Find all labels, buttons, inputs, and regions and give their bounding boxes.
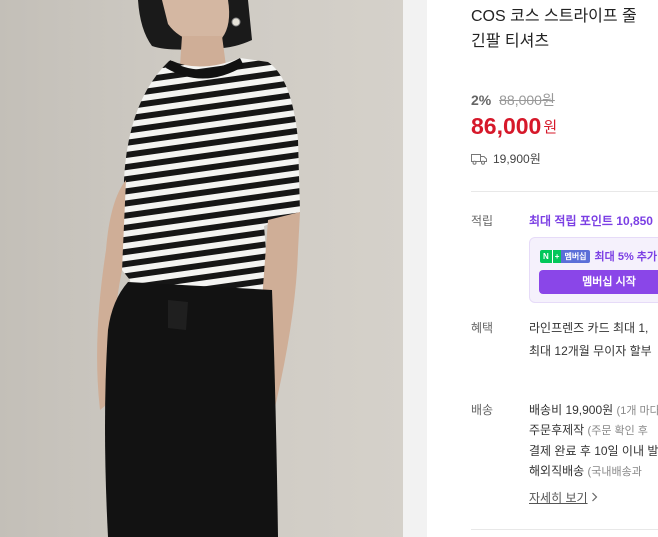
shipping-fee-row: 19,900원 [471,150,541,167]
product-title-line2: 긴팔 티셔츠 [471,33,550,50]
product-title-line1: COS 코스 스트라이프 줄 [471,8,637,25]
delivery-details-link[interactable]: 자세히 보기 [529,489,598,506]
product-info-panel: COS 코스 스트라이프 줄 긴팔 티셔츠 2% 88,000원 86,000 원… [427,0,658,537]
points-label: 적립 [471,214,494,228]
overseas-line: 해외직배송 (국내배송과 [529,462,642,479]
overseas-note: (국내배송과 [587,466,642,478]
section-divider-bottom [471,529,658,530]
member-bonus-text: 최대 5% 추가 [594,251,658,263]
discount-row: 2% 88,000원 [471,90,555,110]
sale-price: 86,000 [471,113,542,139]
original-price: 88,000원 [499,92,555,108]
discount-rate: 2% [471,92,492,108]
product-photo-illustration [97,0,300,537]
plus-icon: + [551,249,562,263]
currency-unit: 원 [543,119,558,136]
card-benefit-line: 라인프렌즈 카드 최대 1, [529,321,649,335]
details-link-label: 자세히 보기 [529,491,588,505]
delivery-fee-line: 배송비 19,900원 (1개 마다 [529,401,658,418]
npay-n-icon: N [540,249,552,263]
start-membership-button[interactable]: 멤버십 시작 [539,270,658,294]
chevron-right-icon [591,492,597,502]
benefits-label: 혜택 [471,321,494,335]
section-divider [471,191,658,192]
product-title: COS 코스 스트라이프 줄 긴팔 티셔츠 [471,4,658,54]
membership-promo-box: N + 멤버십 최대 5% 추가 멤버십 시작 [529,237,658,303]
delivery-fee: 배송비 19,900원 [529,403,614,417]
sale-price-row: 86,000 원 [471,113,557,140]
installment-benefit-line: 최대 12개월 무이자 할부 [529,344,652,358]
made-to-order-note: (주문 확인 후 [587,425,648,437]
membership-badge-line: N + 멤버십 최대 5% 추가 [540,248,657,264]
made-to-order-line: 주문후제작 (주문 확인 후 [529,421,648,438]
product-image[interactable] [0,0,403,537]
shipping-fee: 19,900원 [493,152,541,166]
max-points: 최대 적립 포인트 10,850 [529,214,653,228]
delivery-fee-note: (1개 마다 [616,405,658,417]
overseas-shipping: 해외직배송 [529,464,585,478]
gallery-gutter [403,0,427,537]
npay-membership-logo: N + 멤버십 [540,249,590,263]
truck-icon [471,153,487,165]
delivery-label: 배송 [471,403,494,417]
ship-schedule-line: 결제 완료 후 10일 이내 발 [529,444,658,458]
membership-tag: 멤버십 [561,249,590,263]
made-to-order: 주문후제작 [529,423,585,437]
